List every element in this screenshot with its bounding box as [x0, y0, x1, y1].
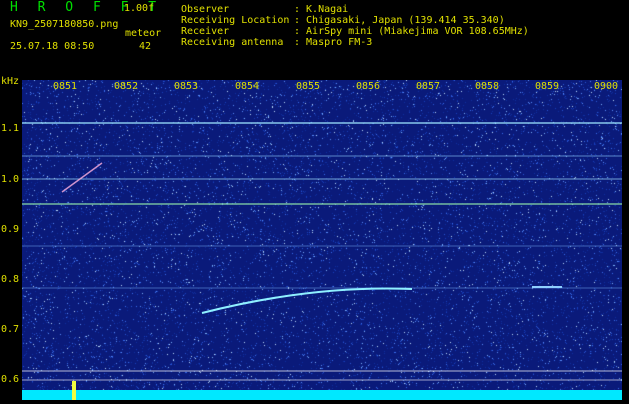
- antenna-value: : Maspro FM-3: [294, 37, 373, 48]
- x-tick-0859: 0859: [535, 81, 560, 92]
- x-tick-0857: 0857: [416, 81, 441, 92]
- header-panel: H R O F F T 1.00f KN9_2507180850.png met…: [0, 0, 629, 72]
- baseline-band: [22, 390, 622, 400]
- meteor-label: meteor: [125, 28, 162, 39]
- meteor-echo-trace: [61, 162, 103, 193]
- x-tick-0853: 0853: [174, 81, 199, 92]
- spectrogram-overlay: [22, 122, 622, 400]
- meteor-echo-trace: [201, 287, 413, 314]
- y-tick-0-8: 0.8: [1, 274, 20, 285]
- x-tick-0858: 0858: [475, 81, 500, 92]
- y-tick-1-0: 1.0: [1, 174, 20, 185]
- x-tick-0900: 0900: [594, 81, 619, 92]
- baseline-spike: [72, 381, 76, 400]
- y-tick-0-9: 0.9: [1, 224, 20, 235]
- x-tick-0851: 0851: [53, 81, 78, 92]
- app-version: 1.00f: [124, 3, 155, 14]
- capture-datetime: 25.07.18 08:50: [10, 41, 95, 52]
- x-tick-0855: 0855: [296, 81, 321, 92]
- spectrogram-plot: [22, 80, 622, 400]
- right-margin: [622, 80, 629, 400]
- y-tick-1-1: 1.1: [1, 123, 20, 134]
- meteor-count: 42: [139, 41, 152, 52]
- file-name: KN9_2507180850.png: [10, 19, 119, 30]
- x-tick-0856: 0856: [356, 81, 381, 92]
- antenna-label: Receiving antenna: [181, 37, 284, 48]
- x-tick-0852: 0852: [114, 81, 139, 92]
- y-tick-0-6: 0.6: [1, 374, 20, 385]
- y-axis: 1.1 1.0 0.9 0.8 0.7 0.6: [0, 84, 22, 400]
- y-tick-0-7: 0.7: [1, 324, 20, 335]
- x-tick-0854: 0854: [235, 81, 260, 92]
